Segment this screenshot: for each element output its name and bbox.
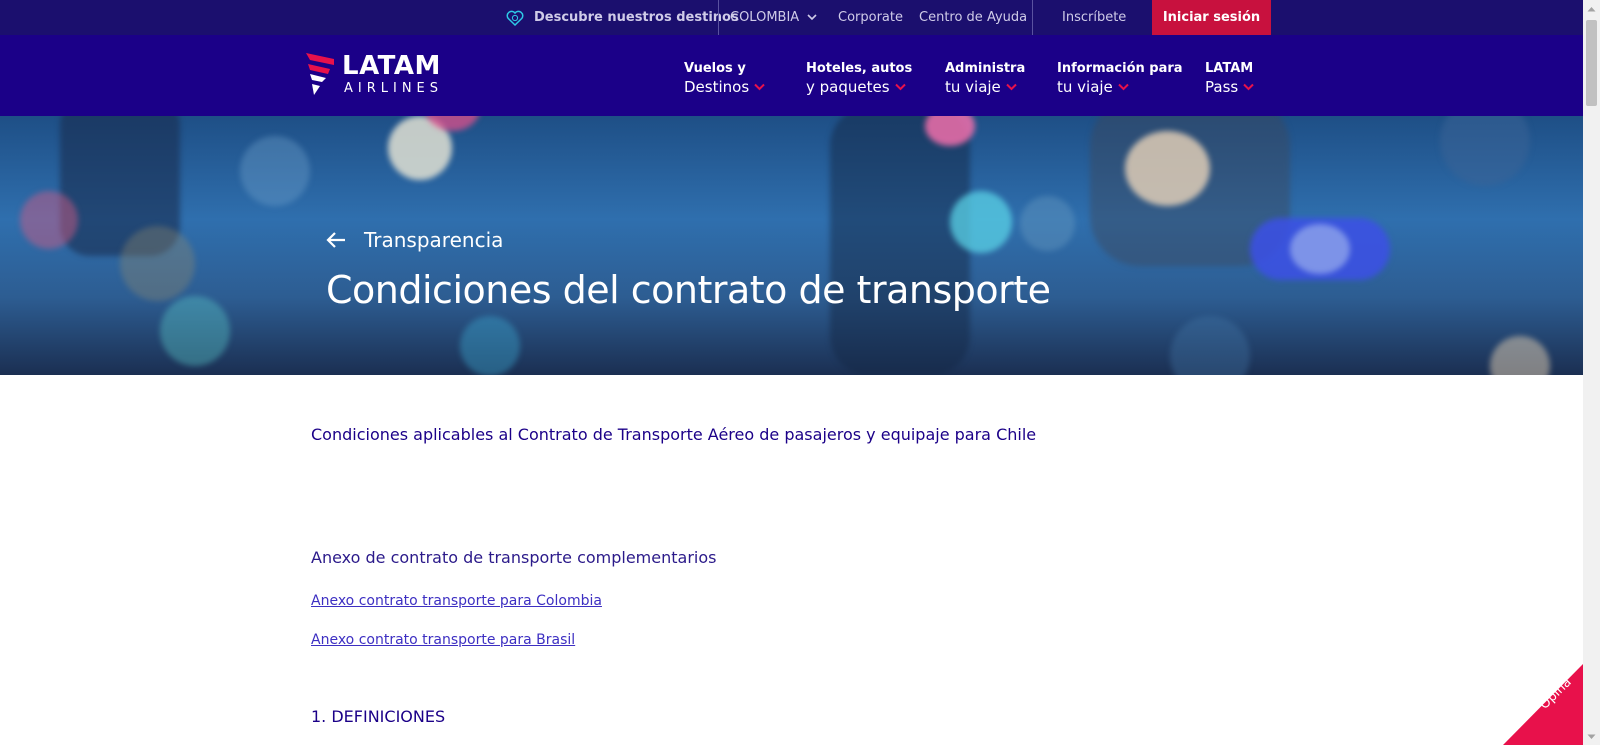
- arrow-left-icon: [326, 231, 346, 249]
- hero-bokeh: [1440, 116, 1530, 186]
- scrollbar-thumb[interactable]: [1586, 20, 1597, 106]
- page-scrollbar[interactable]: [1583, 0, 1600, 745]
- nav-item-line1: Información para: [1057, 61, 1183, 76]
- country-label: COLOMBIA: [730, 10, 800, 25]
- main-navigation: LATAM AIRLINES Vuelos y Destinos Hoteles…: [0, 35, 1583, 116]
- annex-colombia-link[interactable]: Anexo contrato transporte para Colombia: [311, 593, 602, 609]
- nav-item-line2: tu viaje: [1057, 78, 1113, 96]
- nav-latam-pass[interactable]: LATAM Pass: [1205, 60, 1254, 96]
- chevron-down-icon: [1006, 83, 1017, 91]
- latam-logo-mark-icon: [306, 53, 334, 95]
- hero-bokeh: [1020, 196, 1075, 251]
- nav-item-line2: y paquetes: [806, 78, 890, 96]
- hero-bokeh: [460, 316, 520, 375]
- conditions-subtitle: Condiciones aplicables al Contrato de Tr…: [311, 425, 1037, 444]
- hero-bokeh: [240, 136, 310, 206]
- hero-bokeh: [1290, 224, 1350, 274]
- topbar-divider: [718, 0, 719, 35]
- login-button[interactable]: Iniciar sesión: [1152, 0, 1271, 35]
- feedback-tab[interactable]: Opina: [1503, 664, 1583, 745]
- latam-logo[interactable]: LATAM AIRLINES: [304, 51, 443, 97]
- nav-flights-destinations[interactable]: Vuelos y Destinos: [684, 60, 765, 96]
- chevron-down-icon: [1243, 83, 1254, 91]
- section-definitions-heading: 1. DEFINICIONES: [311, 707, 446, 726]
- destinations-link[interactable]: Descubre nuestros destinos: [506, 0, 739, 35]
- nav-item-line1: Vuelos y: [684, 61, 746, 76]
- scroll-down-arrow-icon[interactable]: [1583, 728, 1600, 745]
- top-utility-bar: Descubre nuestros destinos COLOMBIA Corp…: [0, 0, 1583, 35]
- hero-bokeh: [1170, 316, 1250, 375]
- hero-bokeh: [950, 191, 1012, 253]
- topbar-divider: [1032, 0, 1033, 35]
- scroll-up-arrow-icon[interactable]: [1583, 0, 1600, 17]
- breadcrumb-back-link[interactable]: Transparencia: [326, 228, 503, 252]
- hero-bokeh: [1490, 336, 1550, 375]
- hero-banner: Transparencia Condiciones del contrato d…: [0, 116, 1583, 375]
- hero-bokeh: [20, 191, 78, 249]
- hero-bokeh: [120, 226, 195, 301]
- chevron-down-icon: [894, 83, 906, 91]
- latam-wordmark: LATAM AIRLINES: [342, 51, 443, 97]
- hero-bokeh: [830, 116, 970, 375]
- corporate-link[interactable]: Corporate: [838, 0, 903, 35]
- brand-sub: AIRLINES: [344, 81, 444, 96]
- destinations-label: Descubre nuestros destinos: [534, 10, 739, 25]
- nav-item-line1: LATAM: [1205, 61, 1254, 76]
- nav-item-line1: Hoteles, autos: [806, 61, 913, 76]
- heart-globe-icon: [506, 10, 524, 26]
- hero-bokeh: [160, 296, 230, 366]
- brand-name: LATAM: [342, 51, 441, 81]
- nav-hotels-packages[interactable]: Hoteles, autos y paquetes: [806, 60, 912, 96]
- signup-link[interactable]: Inscríbete: [1062, 0, 1126, 35]
- chevron-down-icon: [807, 14, 817, 21]
- nav-item-line1: Administra: [945, 61, 1026, 76]
- nav-item-line2: Destinos: [684, 78, 750, 96]
- breadcrumb-label: Transparencia: [364, 228, 504, 252]
- nav-item-line2: Pass: [1205, 78, 1239, 96]
- chevron-down-icon: [1118, 83, 1129, 91]
- country-selector[interactable]: COLOMBIA: [730, 0, 817, 35]
- annex-heading: Anexo de contrato de transporte compleme…: [311, 548, 717, 567]
- nav-item-line2: tu viaje: [945, 78, 1001, 96]
- chevron-down-icon: [754, 83, 765, 91]
- hero-bokeh: [1125, 131, 1210, 206]
- nav-trip-information[interactable]: Información para tu viaje: [1057, 60, 1183, 96]
- nav-manage-trip[interactable]: Administra tu viaje: [945, 60, 1025, 96]
- page-title: Condiciones del contrato de transporte: [326, 268, 1051, 312]
- annex-brasil-link[interactable]: Anexo contrato transporte para Brasil: [311, 632, 575, 648]
- help-center-link[interactable]: Centro de Ayuda: [919, 0, 1027, 35]
